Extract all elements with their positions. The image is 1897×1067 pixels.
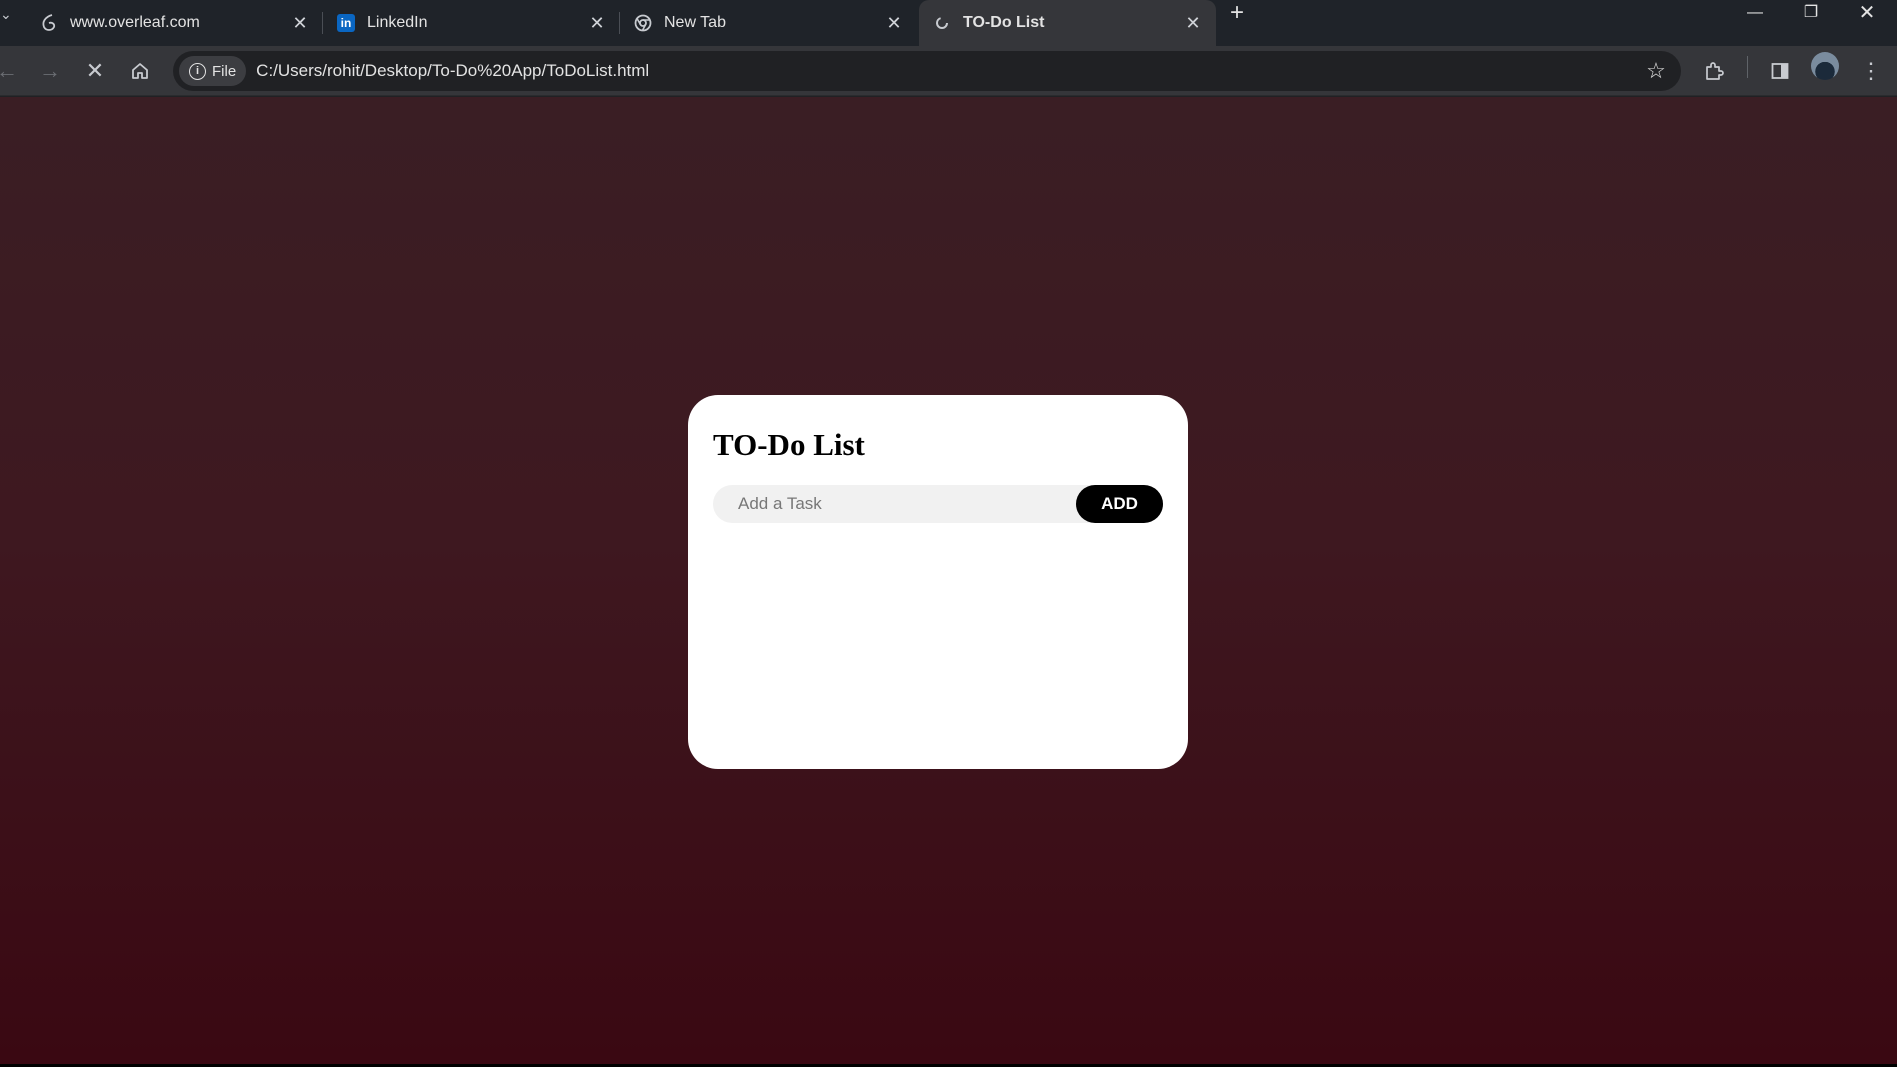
tab-search-chevron-icon[interactable]: ⌄ [0,4,14,24]
info-icon: i [189,62,206,80]
tab-todo-list[interactable]: TO-Do List ✕ [919,0,1216,46]
close-tab-icon[interactable]: ✕ [291,14,309,32]
tab-label: LinkedIn [367,14,428,31]
minimize-icon[interactable]: — [1727,0,1783,28]
linkedin-icon: in [337,14,355,32]
tab-strip: ⌄ www.overleaf.com ✕ in LinkedIn ✕ New T… [0,0,1897,46]
chrome-icon [634,14,652,32]
loading-icon [933,14,951,32]
overleaf-icon [40,14,58,32]
more-menu-icon[interactable]: ⋮ [1856,56,1886,86]
site-info-chip[interactable]: i File [179,56,247,86]
stop-loading-icon[interactable]: ✕ [80,56,110,86]
close-tab-icon[interactable]: ✕ [1184,14,1202,32]
tab-label: TO-Do List [963,14,1045,31]
bookmark-star-icon[interactable]: ☆ [1641,58,1671,84]
tab-new-tab[interactable]: New Tab ✕ [620,0,917,46]
add-task-button[interactable]: ADD [1076,485,1163,523]
home-icon[interactable] [125,56,155,86]
close-tab-icon[interactable]: ✕ [885,14,903,32]
restore-icon[interactable]: ❐ [1783,0,1839,28]
close-tab-icon[interactable]: ✕ [588,14,606,32]
url-text[interactable]: C:/Users/rohit/Desktop/To-Do%20App/ToDoL… [256,61,1641,81]
address-bar[interactable]: i File C:/Users/rohit/Desktop/To-Do%20Ap… [173,51,1681,91]
tab-linkedin[interactable]: in LinkedIn ✕ [323,0,620,46]
todo-card: TO-Do List ADD [688,395,1188,769]
new-tab-plus-icon[interactable]: + [1223,0,1251,28]
tab-overleaf[interactable]: www.overleaf.com ✕ [26,0,323,46]
tab-label: New Tab [664,14,726,31]
site-info-label: File [212,62,237,80]
back-arrow-icon[interactable]: ← [0,56,22,86]
page-title: TO-Do List [713,427,865,462]
window-close-icon[interactable]: ✕ [1839,0,1895,28]
side-panel-icon[interactable] [1765,56,1795,86]
extensions-puzzle-icon[interactable] [1699,56,1729,86]
forward-arrow-icon[interactable]: → [35,56,65,86]
profile-avatar[interactable] [1811,52,1839,80]
browser-toolbar: ← → ✕ i File C:/Users/rohit/Desktop/To-D… [0,46,1897,96]
page-viewport: TO-Do List ADD [0,97,1897,1067]
toolbar-divider [1747,56,1748,78]
task-input-row: ADD [713,485,1163,523]
task-input[interactable] [713,485,1073,523]
tab-label: www.overleaf.com [70,14,200,31]
